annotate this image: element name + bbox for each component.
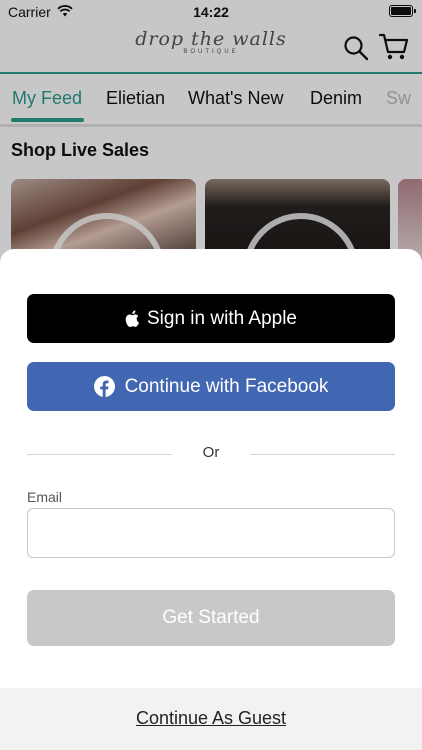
guest-bar: Continue As Guest: [0, 688, 422, 750]
apple-icon: [125, 310, 139, 327]
email-field[interactable]: [27, 508, 395, 558]
email-label: Email: [27, 489, 63, 505]
or-divider-text: Or: [202, 444, 220, 461]
apple-button-label: Sign in with Apple: [147, 307, 297, 329]
get-started-button[interactable]: Get Started: [27, 590, 395, 646]
sign-in-sheet: Sign in with Apple Continue with Faceboo…: [0, 249, 422, 750]
facebook-icon: [93, 376, 115, 397]
facebook-button-label: Continue with Facebook: [124, 375, 329, 397]
continue-as-guest-link[interactable]: Continue As Guest: [0, 708, 422, 729]
get-started-label: Get Started: [162, 607, 260, 628]
continue-with-facebook-button[interactable]: Continue with Facebook: [27, 362, 395, 411]
divider-line: [250, 454, 395, 455]
sign-in-with-apple-button[interactable]: Sign in with Apple: [27, 294, 395, 343]
